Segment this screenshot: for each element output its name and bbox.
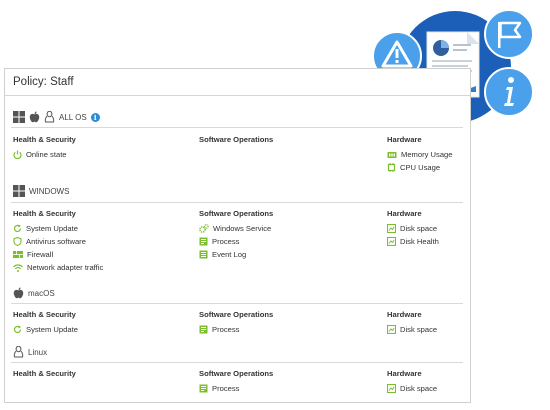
section-label-macos: macOS [28, 288, 55, 298]
all-os-software-column: Software Operations [199, 134, 273, 148]
disk-icon [387, 224, 396, 233]
column-header-hardware: Hardware [387, 369, 422, 378]
list-item[interactable]: System Update [13, 222, 103, 235]
item-label: Windows Service [213, 224, 272, 233]
column-header-hardware: Hardware [387, 209, 422, 218]
process-icon [199, 384, 208, 393]
windows-health-column: Health & Security System Update Antiviru… [13, 208, 103, 274]
process-icon [199, 237, 208, 246]
disk-icon [387, 325, 396, 334]
item-label: Antivirus software [26, 237, 86, 246]
section-label-windows: WINDOWS [29, 186, 70, 196]
column-header-health: Health & Security [13, 135, 76, 144]
item-label: Disk space [400, 224, 438, 233]
memory-icon [387, 151, 397, 158]
disk-health-icon [387, 237, 396, 246]
list-item[interactable]: Process [199, 323, 273, 336]
macos-software-column: Software Operations Process [199, 309, 273, 336]
column-header-health: Health & Security [13, 310, 76, 319]
item-label: Memory Usage [401, 150, 453, 159]
item-label: Process [212, 325, 240, 334]
item-label: Disk space [400, 325, 438, 334]
power-icon [13, 150, 22, 159]
firewall-icon [13, 251, 23, 258]
list-item[interactable]: Antivirus software [13, 235, 103, 248]
list-item[interactable]: Network adapter traffic [13, 261, 103, 274]
disk-icon [387, 384, 396, 393]
section-header-windows: WINDOWS [13, 185, 69, 197]
apple-icon [13, 287, 24, 299]
list-item[interactable]: Disk space [387, 382, 437, 395]
column-header-health: Health & Security [13, 209, 76, 218]
section-header-macos: macOS [13, 287, 55, 299]
column-header-software: Software Operations [199, 135, 274, 144]
list-item[interactable]: Disk space [387, 222, 439, 235]
list-item[interactable]: Online state [13, 148, 76, 161]
macos-hardware-column: Hardware Disk space [387, 309, 437, 336]
column-header-hardware: Hardware [387, 135, 422, 144]
macos-health-column: Health & Security System Update [13, 309, 78, 336]
list-item[interactable]: Disk space [387, 323, 437, 336]
refresh-icon [13, 224, 22, 233]
cpu-icon [387, 163, 396, 172]
column-header-software: Software Operations [199, 369, 274, 378]
linux-icon [13, 346, 24, 358]
refresh-icon [13, 325, 22, 334]
list-item[interactable]: Event Log [199, 248, 273, 261]
apple-icon [29, 111, 40, 123]
list-item[interactable]: Disk Health [387, 235, 439, 248]
section-divider-linux [11, 362, 463, 363]
list-item[interactable]: Memory Usage [387, 148, 452, 161]
item-label: Online state [26, 150, 67, 159]
flag-icon [484, 9, 534, 59]
section-header-linux: Linux [13, 346, 47, 358]
item-label: CPU Usage [400, 163, 441, 172]
wifi-icon [13, 263, 23, 272]
section-divider-all-os [11, 127, 463, 128]
linux-health-column: Health & Security [13, 368, 76, 382]
section-header-all-os: ALL OS i [13, 111, 100, 123]
policy-panel: Policy: Staff ALL OS i Health & Security… [4, 68, 471, 403]
linux-hardware-column: Hardware Disk space [387, 368, 437, 395]
windows-icon [13, 111, 25, 123]
item-label: Process [212, 237, 240, 246]
title-divider [5, 95, 470, 96]
info-icon [484, 67, 534, 117]
item-label: Disk space [400, 384, 438, 393]
section-divider-windows [11, 202, 463, 203]
gears-icon [199, 224, 209, 233]
item-label: Process [212, 384, 240, 393]
linux-software-column: Software Operations Process [199, 368, 273, 395]
linux-icon [44, 111, 55, 123]
event-log-icon [199, 250, 208, 259]
column-header-hardware: Hardware [387, 310, 422, 319]
info-icon[interactable]: i [90, 112, 100, 122]
column-header-health: Health & Security [13, 369, 76, 378]
windows-software-column: Software Operations Windows Service Proc… [199, 208, 273, 261]
section-divider-macos [11, 303, 463, 304]
column-header-software: Software Operations [199, 209, 274, 218]
windows-hardware-column: Hardware Disk space Disk Health [387, 208, 439, 248]
policy-title: Policy: Staff [13, 76, 74, 88]
list-item[interactable]: Process [199, 235, 273, 248]
shield-icon [13, 237, 22, 246]
list-item[interactable]: Firewall [13, 248, 103, 261]
item-label: Network adapter traffic [27, 263, 104, 272]
list-item[interactable]: Process [199, 382, 273, 395]
item-label: Event Log [212, 250, 247, 259]
process-icon [199, 325, 208, 334]
item-label: Disk Health [400, 237, 439, 246]
item-label: Firewall [27, 250, 54, 259]
item-label: System Update [26, 224, 78, 233]
item-label: System Update [26, 325, 78, 334]
list-item[interactable]: CPU Usage [387, 161, 452, 174]
windows-icon [13, 185, 25, 197]
section-label-linux: Linux [28, 347, 48, 357]
section-label-all-os: ALL OS [59, 112, 87, 122]
list-item[interactable]: Windows Service [199, 222, 273, 235]
column-header-software: Software Operations [199, 310, 274, 319]
all-os-hardware-column: Hardware Memory Usage CPU Usage [387, 134, 452, 174]
all-os-health-column: Health & Security Online state [13, 134, 76, 161]
list-item[interactable]: System Update [13, 323, 78, 336]
